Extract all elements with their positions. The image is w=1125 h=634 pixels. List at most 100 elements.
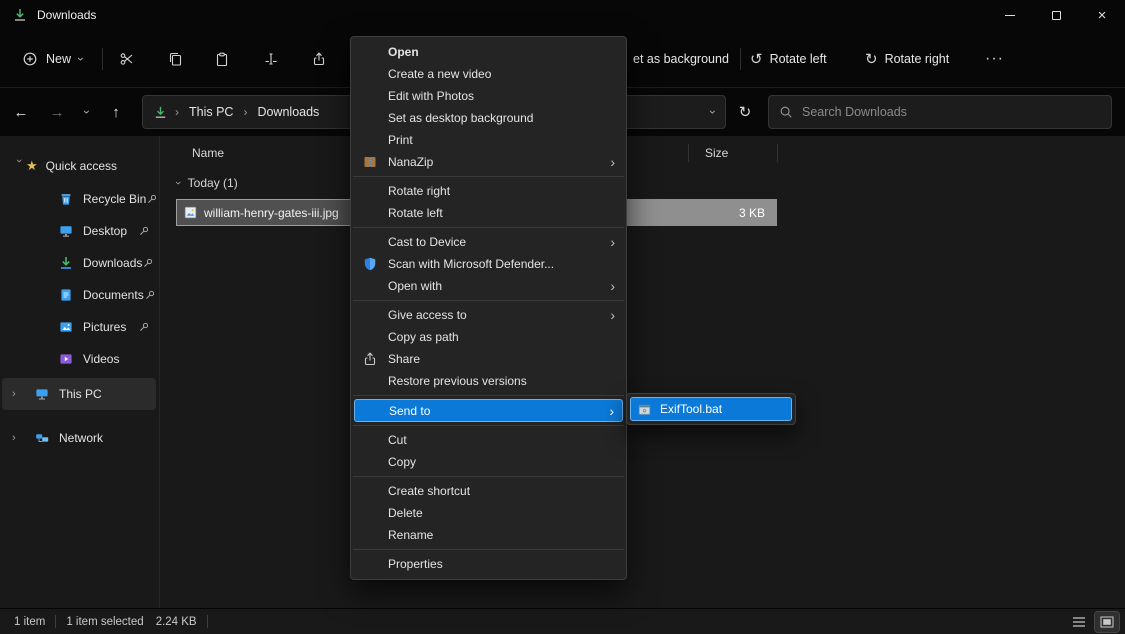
submenu-arrow-icon: ›	[609, 404, 614, 418]
context-menu-item-rotate-left[interactable]: Rotate left	[351, 202, 626, 224]
sidebar-item-pictures[interactable]: Pictures	[0, 312, 160, 342]
column-divider[interactable]	[777, 144, 778, 162]
sidebar-item-recycle-bin[interactable]: Recycle Bin	[0, 184, 160, 214]
up-icon: ↑	[112, 104, 120, 121]
submenu-arrow-icon: ›	[610, 279, 615, 293]
address-dropdown-icon[interactable]: ›	[706, 110, 720, 114]
this-pc-icon	[34, 386, 50, 402]
menu-item-label: Set as desktop background	[388, 111, 533, 125]
minimize-button[interactable]	[987, 0, 1033, 30]
menu-item-label: NanaZip	[388, 155, 433, 169]
details-view-button[interactable]	[1067, 612, 1091, 632]
context-menu-item-rotate-right[interactable]: Rotate right	[351, 180, 626, 202]
copy-button[interactable]	[157, 43, 193, 75]
context-menu-item-give-access-to[interactable]: Give access to ›	[351, 304, 626, 326]
downloads-window-icon	[12, 7, 28, 23]
context-menu-item-cut[interactable]: Cut	[351, 429, 626, 451]
context-menu-item-create-a-new-video[interactable]: Create a new video	[351, 63, 626, 85]
context-menu-item-scan-with-defender[interactable]: Scan with Microsoft Defender...	[351, 253, 626, 275]
column-header-size[interactable]: Size	[705, 146, 728, 160]
context-menu-item-copy[interactable]: Copy	[351, 451, 626, 473]
context-menu-item-open[interactable]: Open	[351, 41, 626, 63]
cut-button[interactable]	[109, 43, 145, 75]
breadcrumb-chevron-icon: ›	[243, 105, 247, 119]
menu-item-label: Rotate left	[388, 206, 443, 220]
refresh-button[interactable]: ↻	[731, 98, 759, 126]
column-header-name[interactable]: Name	[192, 146, 224, 160]
send-to-submenu-item-exiftool[interactable]: ExifTool.bat	[630, 397, 792, 421]
minimize-icon	[1005, 15, 1015, 16]
sidebar-item-documents[interactable]: Documents	[0, 280, 160, 310]
videos-icon	[58, 351, 74, 367]
context-menu-item-properties[interactable]: Properties	[351, 553, 626, 575]
back-button[interactable]: ←	[8, 99, 34, 125]
close-icon: ×	[1098, 8, 1107, 23]
chevron-down-icon: ›	[172, 181, 184, 185]
pin-icon	[138, 225, 150, 237]
forward-button[interactable]: →	[44, 99, 70, 125]
context-menu-item-open-with[interactable]: Open with ›	[351, 275, 626, 297]
context-menu-item-send-to[interactable]: Send to ›	[354, 399, 623, 422]
sidebar-item-label: Desktop	[83, 224, 127, 238]
context-menu-item-create-shortcut[interactable]: Create shortcut	[351, 480, 626, 502]
context-menu-item-copy-as-path[interactable]: Copy as path	[351, 326, 626, 348]
menu-separator	[353, 300, 624, 301]
rotate-left-button[interactable]: ↺ Rotate left	[750, 43, 827, 75]
menu-separator	[353, 476, 624, 477]
rotate-right-button[interactable]: ↻ Rotate right	[865, 43, 949, 75]
file-size: 3 KB	[739, 199, 765, 226]
context-menu-item-cast-to-device[interactable]: Cast to Device ›	[351, 231, 626, 253]
share-button[interactable]	[301, 43, 337, 75]
maximize-button[interactable]	[1033, 0, 1079, 30]
file-name-cell[interactable]: william-henry-gates-iii.jpg	[176, 199, 355, 226]
cut-icon	[119, 51, 135, 67]
breadcrumb-downloads[interactable]: Downloads	[254, 103, 322, 121]
context-menu-item-delete[interactable]: Delete	[351, 502, 626, 524]
paste-button[interactable]	[204, 43, 240, 75]
new-button[interactable]: New ›	[12, 43, 93, 75]
sidebar-item-videos[interactable]: Videos	[0, 344, 160, 374]
breadcrumb-chevron-icon: ›	[175, 105, 179, 119]
sidebar-item-label: Pictures	[83, 320, 126, 334]
sidebar-item-downloads[interactable]: Downloads	[0, 248, 160, 278]
downloads-folder-icon	[153, 105, 168, 120]
rename-button[interactable]	[253, 43, 289, 75]
context-menu-item-set-as-desktop-background[interactable]: Set as desktop background	[351, 107, 626, 129]
copy-icon	[167, 51, 183, 67]
window-controls: ×	[987, 0, 1125, 30]
context-menu-item-restore-previous-versions[interactable]: Restore previous versions	[351, 370, 626, 392]
sidebar-item-desktop[interactable]: Desktop	[0, 216, 160, 246]
sidebar-item-this-pc[interactable]: › This PC	[0, 378, 160, 410]
menu-separator	[353, 227, 624, 228]
submenu-arrow-icon: ›	[610, 235, 615, 249]
close-button[interactable]: ×	[1079, 0, 1125, 30]
chevron-down-icon: ›	[80, 110, 94, 114]
breadcrumb-this-pc[interactable]: This PC	[186, 103, 236, 121]
sidebar-item-network[interactable]: › Network	[0, 422, 160, 454]
search-input[interactable]	[802, 105, 1101, 119]
context-menu-item-rename[interactable]: Rename	[351, 524, 626, 546]
recycle-bin-icon	[58, 191, 74, 207]
refresh-icon: ↻	[739, 103, 752, 121]
recent-locations-button[interactable]: ›	[76, 99, 98, 125]
new-button-label: New	[46, 52, 71, 66]
chevron-right-icon: ›	[12, 432, 26, 444]
context-menu-item-share[interactable]: Share	[351, 348, 626, 370]
defender-shield-icon	[362, 256, 378, 272]
maximize-icon	[1052, 11, 1061, 20]
documents-icon	[58, 287, 74, 303]
menu-item-label: Edit with Photos	[388, 89, 474, 103]
context-menu-item-nanazip[interactable]: NanaZip ›	[351, 151, 626, 173]
up-button[interactable]: ↑	[103, 99, 129, 125]
see-more-button[interactable]: ···	[985, 43, 1004, 75]
set-as-background-button[interactable]: et as background	[633, 52, 729, 66]
context-menu-item-print[interactable]: Print	[351, 129, 626, 151]
sidebar-item-label: Network	[59, 431, 103, 445]
sidebar-item-label: Downloads	[83, 256, 142, 270]
submenu-arrow-icon: ›	[610, 155, 615, 169]
context-menu-item-edit-with-photos[interactable]: Edit with Photos	[351, 85, 626, 107]
column-divider[interactable]	[688, 144, 689, 162]
sidebar-item-quick-access[interactable]: › ★ Quick access	[0, 152, 160, 180]
group-header-today[interactable]: › Today (1)	[176, 176, 238, 190]
thumbnail-view-button[interactable]	[1095, 612, 1119, 632]
